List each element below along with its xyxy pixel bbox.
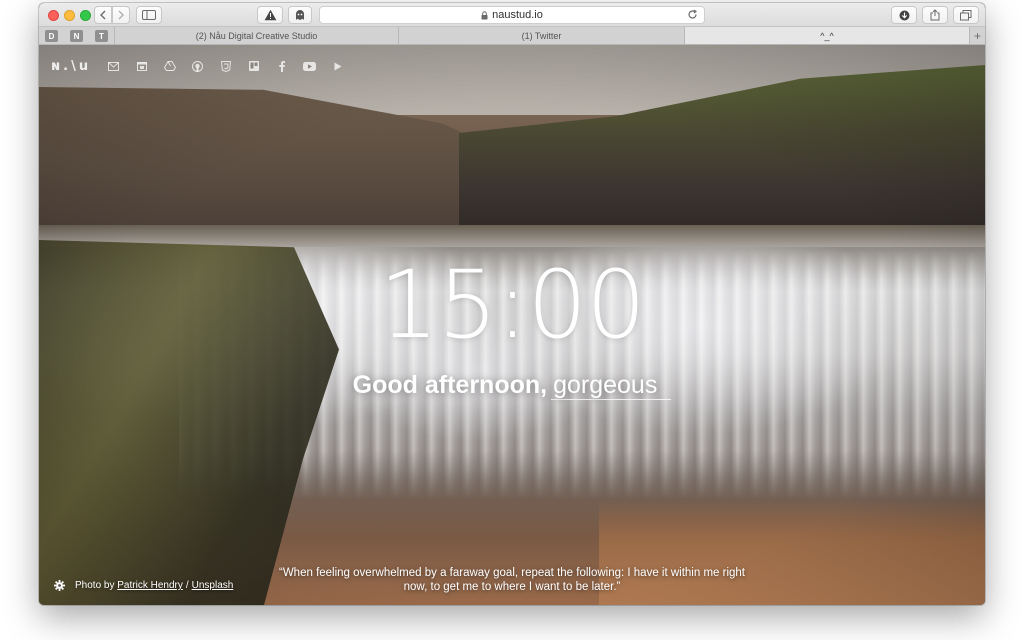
forward-button[interactable] — [112, 6, 130, 24]
share-button[interactable] — [922, 6, 948, 24]
plus-icon: + — [973, 28, 981, 43]
minimize-window-button[interactable] — [64, 10, 75, 21]
address-bar[interactable]: naustud.io — [319, 6, 705, 24]
greeting: Good afternoon, gorgeous — [39, 371, 985, 400]
lock-icon — [481, 10, 488, 19]
reload-icon[interactable] — [687, 9, 698, 20]
share-icon — [930, 9, 940, 21]
back-button[interactable] — [94, 6, 112, 24]
photo-credit-prefix: Photo by — [75, 580, 115, 591]
download-icon — [899, 10, 909, 20]
html5-icon[interactable] — [219, 60, 232, 73]
gmail-icon[interactable] — [107, 60, 120, 73]
clock: 15:00 — [379, 251, 646, 360]
quote-text: “When feeling overwhelmed by a faraway g… — [279, 567, 745, 593]
sidebar-toggle-button[interactable] — [136, 6, 162, 24]
browser-toolbar: naustud.io — [39, 3, 985, 27]
browser-window: naustud.io D N T (2) Nåu Digital Creativ… — [39, 3, 985, 605]
tab-label: (1) Twitter — [521, 30, 562, 41]
ghost-icon — [296, 9, 304, 20]
calendar-icon[interactable] — [135, 60, 148, 73]
naustudio-logo[interactable]: ɴ.\u — [51, 59, 91, 74]
tab-naustudio[interactable]: (2) Nåu Digital Creative Studio — [114, 27, 398, 44]
unsplash-link[interactable]: Unsplash — [192, 580, 234, 591]
quick-links-bar: ɴ.\u — [51, 58, 359, 74]
photo-author-link[interactable]: Patrick Hendry — [117, 580, 183, 591]
tab-twitter[interactable]: (1) Twitter — [398, 27, 684, 44]
chevron-left-icon — [100, 10, 106, 20]
trello-icon[interactable] — [247, 60, 260, 73]
tab-label: (2) Nåu Digital Creative Studio — [195, 30, 318, 41]
show-all-tabs-button[interactable] — [953, 6, 979, 24]
greeting-prefix: Good afternoon, — [352, 371, 548, 399]
extension-button[interactable] — [288, 6, 312, 24]
tabs-icon — [960, 9, 972, 20]
drive-icon[interactable] — [163, 60, 176, 73]
downloads-button[interactable] — [891, 6, 917, 24]
chevron-right-icon — [118, 10, 124, 20]
photo-credit-separator: / — [185, 580, 189, 591]
gear-icon[interactable] — [54, 580, 65, 591]
pinned-tab-d[interactable]: D — [45, 30, 58, 42]
pinned-tab-n[interactable]: N — [70, 30, 83, 42]
greeting-name-input[interactable]: gorgeous — [551, 371, 672, 400]
warning-icon — [264, 9, 276, 21]
youtube-icon[interactable] — [303, 60, 317, 73]
url-text: naustud.io — [492, 9, 543, 21]
github-icon[interactable] — [191, 60, 204, 73]
tab-active[interactable]: ^_^ — [684, 27, 969, 44]
pinned-tab-t[interactable]: T — [95, 30, 108, 42]
tab-strip: D N T (2) Nåu Digital Creative Studio (1… — [39, 27, 985, 45]
warning-button[interactable] — [257, 6, 283, 24]
facebook-icon[interactable] — [275, 60, 288, 73]
new-tab-page: ɴ.\u 15:00 Good afternoon, gorgeous Phot… — [39, 45, 985, 605]
photo-credit: Photo by Patrick Hendry / Unsplash — [54, 580, 233, 591]
close-window-button[interactable] — [48, 10, 59, 21]
tab-label: ^_^ — [820, 30, 834, 41]
play-icon[interactable] — [331, 60, 344, 73]
sidebar-icon — [142, 10, 156, 20]
maximize-window-button[interactable] — [80, 10, 91, 21]
new-tab-button[interactable]: + — [969, 27, 985, 44]
